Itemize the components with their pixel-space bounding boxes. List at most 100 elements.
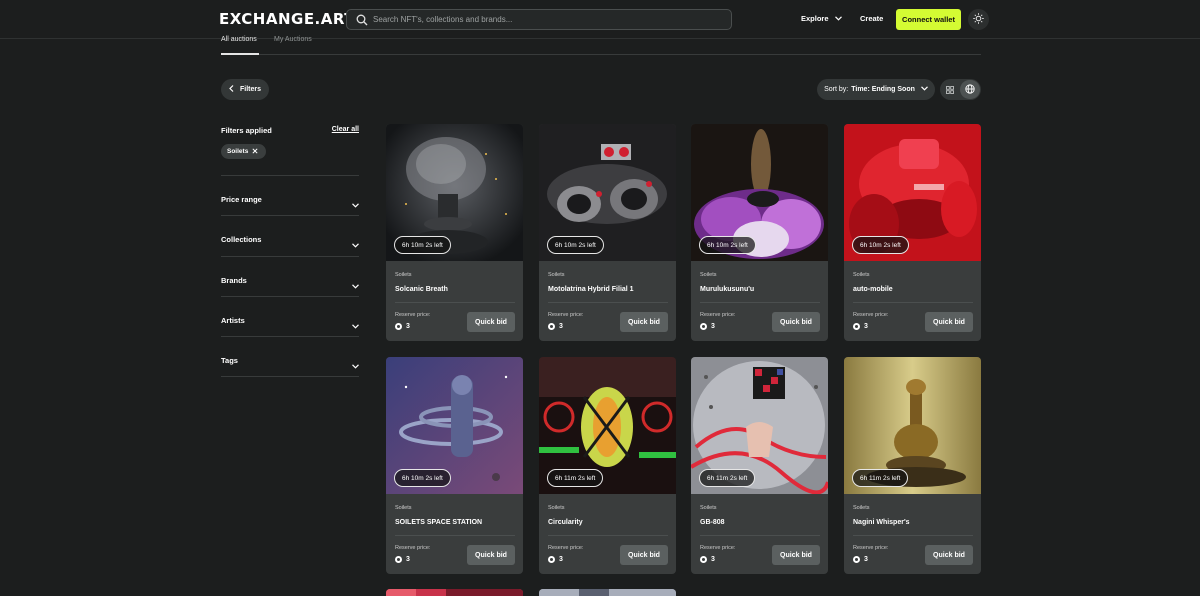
filter-chip-label: Soilets bbox=[227, 148, 249, 155]
price-value: 3 bbox=[559, 323, 563, 330]
filter-section-label: Price range bbox=[221, 195, 262, 204]
collection-name[interactable]: Soilets bbox=[548, 272, 565, 278]
filter-section-label: Tags bbox=[221, 356, 238, 365]
reserve-price: 3 bbox=[548, 556, 563, 563]
sol-coin-icon bbox=[548, 556, 555, 563]
reserve-price: 3 bbox=[853, 323, 868, 330]
close-icon[interactable] bbox=[252, 147, 258, 156]
filters-applied-heading: Filters applied bbox=[221, 126, 272, 135]
quick-bid-button[interactable]: Quick bid bbox=[467, 312, 515, 332]
quick-bid-button[interactable]: Quick bid bbox=[925, 545, 973, 565]
filters-label: Filters bbox=[239, 86, 261, 93]
nft-title[interactable]: Circularity bbox=[548, 519, 583, 526]
card-divider bbox=[548, 302, 668, 303]
globe-view-button[interactable] bbox=[960, 80, 980, 99]
nft-card[interactable]: 6h 11m 2s left Soilets Circularity Reser… bbox=[539, 357, 676, 574]
nft-card[interactable]: 6h 10m 2s left Soilets auto-mobile Reser… bbox=[844, 124, 981, 341]
chevron-down-icon bbox=[352, 195, 359, 213]
auction-timer: 6h 10m 2s left bbox=[852, 236, 909, 254]
filter-chip-soilets[interactable]: Soilets bbox=[221, 144, 267, 159]
card-divider bbox=[395, 302, 515, 303]
reserve-price: 3 bbox=[700, 323, 715, 330]
collection-name[interactable]: Soilets bbox=[853, 505, 870, 511]
reserve-label: Reserve price: bbox=[548, 312, 584, 318]
nft-card[interactable]: 6h 10m 2s left Soilets SOILETS SPACE STA… bbox=[386, 357, 523, 574]
auction-timer: 6h 11m 2s left bbox=[699, 469, 756, 487]
tab-all-auctions[interactable]: All auctions bbox=[221, 36, 257, 43]
nft-card[interactable]: 6h 10m 2s left Soilets Solcanic Breath R… bbox=[386, 124, 523, 341]
quick-bid-button[interactable]: Quick bid bbox=[772, 312, 820, 332]
quick-bid-button[interactable]: Quick bid bbox=[772, 545, 820, 565]
reserve-label: Reserve price: bbox=[548, 545, 584, 551]
filters-applied-row: Filters applied Clear all bbox=[221, 120, 359, 140]
auction-timer: 6h 10m 2s left bbox=[394, 469, 451, 487]
filters-sidebar: Filters applied Clear all Soilets Price … bbox=[221, 120, 359, 377]
collection-name[interactable]: Soilets bbox=[395, 272, 412, 278]
reserve-price: 3 bbox=[548, 323, 563, 330]
globe-icon bbox=[965, 81, 975, 99]
collection-name[interactable]: Soilets bbox=[853, 272, 870, 278]
nft-title[interactable]: SOILETS SPACE STATION bbox=[395, 519, 482, 526]
nft-title[interactable]: GB-808 bbox=[700, 519, 725, 526]
price-value: 3 bbox=[864, 323, 868, 330]
price-value: 3 bbox=[711, 323, 715, 330]
sol-coin-icon bbox=[395, 323, 402, 330]
auction-timer: 6h 11m 2s left bbox=[547, 469, 604, 487]
filter-section-label: Artists bbox=[221, 316, 245, 325]
reserve-label: Reserve price: bbox=[395, 312, 431, 318]
chevron-down-icon bbox=[352, 276, 359, 294]
filter-section-tags[interactable]: Tags bbox=[221, 336, 359, 376]
price-value: 3 bbox=[711, 556, 715, 563]
quick-bid-button[interactable]: Quick bid bbox=[925, 312, 973, 332]
filter-section-price-range[interactable]: Price range bbox=[221, 175, 359, 215]
nft-card-partial[interactable] bbox=[539, 589, 676, 596]
sort-prefix: Sort by: bbox=[824, 86, 849, 93]
tab-my-auctions[interactable]: My Auctions bbox=[274, 36, 312, 43]
card-divider bbox=[700, 535, 820, 536]
card-divider bbox=[853, 302, 973, 303]
quick-bid-button[interactable]: Quick bid bbox=[620, 545, 668, 565]
sol-coin-icon bbox=[395, 556, 402, 563]
chevron-down-icon bbox=[920, 86, 928, 93]
theme-toggle-button[interactable] bbox=[968, 9, 989, 30]
chevron-down-icon bbox=[352, 235, 359, 253]
nft-card[interactable]: 6h 10m 2s left Soilets Murulukusunu'u Re… bbox=[691, 124, 828, 341]
reserve-label: Reserve price: bbox=[853, 312, 889, 318]
nft-title[interactable]: Motolatrina Hybrid Filial 1 bbox=[548, 286, 634, 293]
connect-wallet-button[interactable]: Connect wallet bbox=[896, 9, 961, 30]
nft-card-partial[interactable] bbox=[386, 589, 523, 596]
chevron-down-icon bbox=[352, 356, 359, 374]
quick-bid-button[interactable]: Quick bid bbox=[620, 312, 668, 332]
active-tab-indicator bbox=[221, 53, 259, 55]
collection-name[interactable]: Soilets bbox=[395, 505, 412, 511]
site-logo[interactable]: EXCHANGE.ART bbox=[219, 10, 355, 28]
chevron-left-icon bbox=[229, 85, 234, 94]
view-mode-toggle bbox=[940, 79, 981, 100]
collection-name[interactable]: Soilets bbox=[700, 272, 717, 278]
nft-title[interactable]: Solcanic Breath bbox=[395, 286, 448, 293]
search-bar[interactable] bbox=[346, 9, 732, 30]
filter-section-brands[interactable]: Brands bbox=[221, 256, 359, 296]
collection-name[interactable]: Soilets bbox=[700, 505, 717, 511]
search-input[interactable] bbox=[373, 15, 713, 24]
quick-bid-button[interactable]: Quick bid bbox=[467, 545, 515, 565]
filter-section-artists[interactable]: Artists bbox=[221, 296, 359, 336]
auction-timer: 6h 10m 2s left bbox=[394, 236, 451, 254]
sort-dropdown[interactable]: Sort by: Time: Ending Soon bbox=[817, 79, 935, 100]
nft-card[interactable]: 6h 11m 2s left Soilets Nagini Whisper's … bbox=[844, 357, 981, 574]
nft-card[interactable]: 6h 10m 2s left Soilets Motolatrina Hybri… bbox=[539, 124, 676, 341]
nav-explore[interactable]: Explore bbox=[801, 14, 842, 23]
nft-title[interactable]: Nagini Whisper's bbox=[853, 519, 910, 526]
grid-view-button[interactable] bbox=[940, 80, 960, 99]
filters-toggle-button[interactable]: Filters bbox=[221, 79, 269, 100]
reserve-price: 3 bbox=[700, 556, 715, 563]
nft-card[interactable]: 6h 11m 2s left Soilets GB-808 Reserve pr… bbox=[691, 357, 828, 574]
nft-title[interactable]: auto-mobile bbox=[853, 286, 893, 293]
filter-section-label: Brands bbox=[221, 276, 247, 285]
auction-timer: 6h 10m 2s left bbox=[547, 236, 604, 254]
nav-create[interactable]: Create bbox=[860, 14, 883, 23]
clear-all-link[interactable]: Clear all bbox=[332, 126, 359, 133]
filter-section-collections[interactable]: Collections bbox=[221, 215, 359, 255]
collection-name[interactable]: Soilets bbox=[548, 505, 565, 511]
nft-title[interactable]: Murulukusunu'u bbox=[700, 286, 754, 293]
